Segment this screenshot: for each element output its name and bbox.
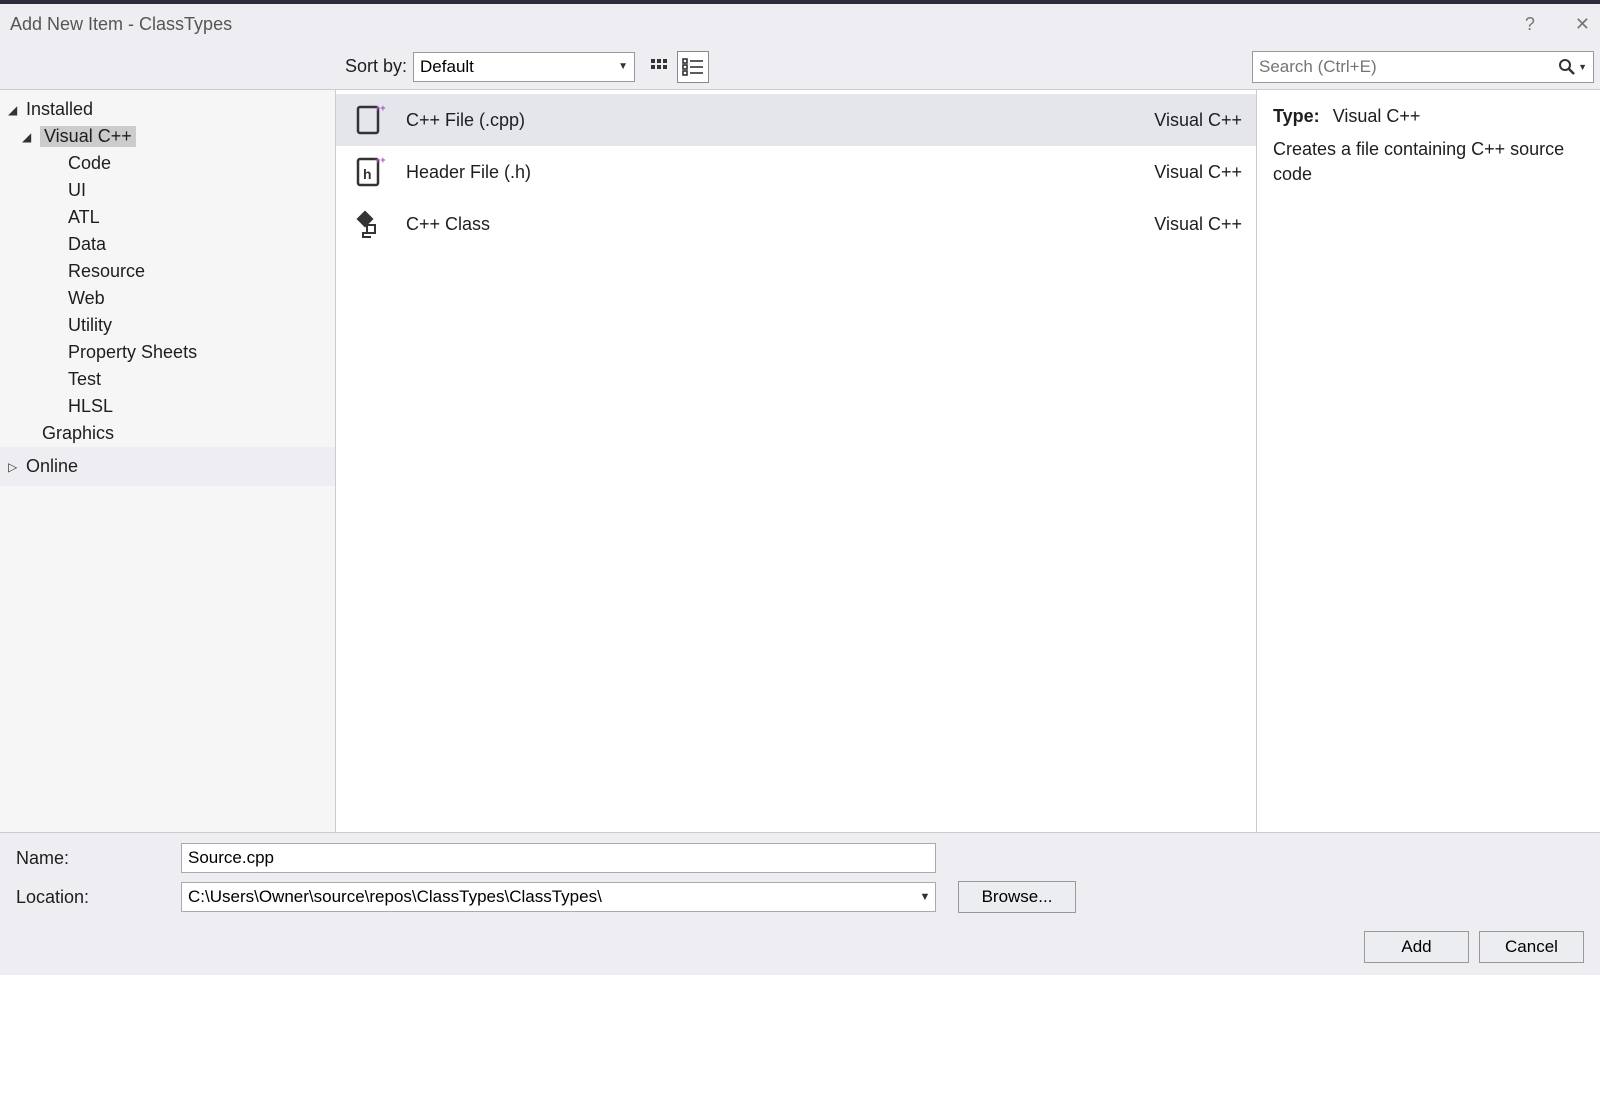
close-button[interactable]: ✕ [1575, 14, 1590, 35]
tree-data[interactable]: Data [0, 231, 335, 258]
tree-visual-cpp[interactable]: ◢ Visual C++ [0, 123, 335, 150]
toolbar: Sort by: Default ▼ ▼ [0, 44, 1600, 90]
search-input[interactable] [1259, 57, 1558, 77]
title-bar: Add New Item - ClassTypes ? ✕ [0, 0, 1600, 44]
svg-text:++: ++ [375, 103, 386, 113]
cancel-button[interactable]: Cancel [1479, 931, 1584, 963]
window-title: Add New Item - ClassTypes [10, 14, 232, 35]
location-label: Location: [16, 887, 181, 908]
search-icon[interactable] [1558, 58, 1576, 76]
chevron-down-icon: ▼ [618, 61, 628, 72]
grid-view-button[interactable] [643, 51, 675, 83]
tree-graphics[interactable]: Graphics [0, 420, 335, 447]
template-name: C++ Class [406, 214, 1154, 235]
expand-icon: ▷ [8, 460, 20, 474]
collapse-icon: ◢ [8, 103, 20, 117]
tree-test[interactable]: Test [0, 366, 335, 393]
svg-text:++: ++ [375, 155, 386, 165]
browse-button[interactable]: Browse... [958, 881, 1076, 913]
name-input[interactable] [181, 843, 936, 873]
help-button[interactable]: ? [1525, 14, 1535, 35]
search-box[interactable]: ▼ [1252, 51, 1594, 83]
collapse-icon: ◢ [22, 130, 34, 144]
tree-utility[interactable]: Utility [0, 312, 335, 339]
template-name: C++ File (.cpp) [406, 110, 1154, 131]
template-category: Visual C++ [1154, 110, 1242, 131]
template-category: Visual C++ [1154, 162, 1242, 183]
sort-by-label: Sort by: [345, 56, 407, 77]
sort-by-value: Default [420, 57, 474, 77]
type-value: Visual C++ [1333, 106, 1421, 126]
location-input[interactable] [182, 887, 915, 907]
tree-atl[interactable]: ATL [0, 204, 335, 231]
tree-online[interactable]: ▷ Online [0, 453, 335, 480]
header-file-icon: h++ [350, 152, 390, 192]
search-dropdown-icon[interactable]: ▼ [1578, 62, 1587, 72]
tree-resource[interactable]: Resource [0, 258, 335, 285]
template-category: Visual C++ [1154, 214, 1242, 235]
tree-code[interactable]: Code [0, 150, 335, 177]
svg-text:h: h [363, 166, 372, 182]
tree-installed[interactable]: ◢ Installed [0, 96, 335, 123]
type-label: Type: [1273, 106, 1320, 126]
template-cpp-class[interactable]: C++ Class Visual C++ [336, 198, 1256, 250]
tree-web[interactable]: Web [0, 285, 335, 312]
template-header-file[interactable]: h++ Header File (.h) Visual C++ [336, 146, 1256, 198]
add-button[interactable]: Add [1364, 931, 1469, 963]
tree-property-sheets[interactable]: Property Sheets [0, 339, 335, 366]
templates-list: ++ C++ File (.cpp) Visual C++ h++ Header… [336, 90, 1256, 832]
template-name: Header File (.h) [406, 162, 1154, 183]
template-cpp-file[interactable]: ++ C++ File (.cpp) Visual C++ [336, 94, 1256, 146]
name-label: Name: [16, 848, 181, 869]
chevron-down-icon[interactable]: ▼ [915, 891, 935, 903]
list-view-button[interactable] [677, 51, 709, 83]
cpp-class-icon [350, 204, 390, 244]
tree-hlsl[interactable]: HLSL [0, 393, 335, 420]
details-panel: Type: Visual C++ Creates a file containi… [1256, 90, 1600, 832]
sort-by-select[interactable]: Default ▼ [413, 52, 635, 82]
tree-ui[interactable]: UI [0, 177, 335, 204]
bottom-panel: Name: Location: ▼ Browse... Add Cancel [0, 832, 1600, 975]
cpp-file-icon: ++ [350, 100, 390, 140]
category-tree: ◢ Installed ◢ Visual C++ Code UI ATL Dat… [0, 90, 336, 832]
template-description: Creates a file containing C++ source cod… [1273, 137, 1584, 187]
